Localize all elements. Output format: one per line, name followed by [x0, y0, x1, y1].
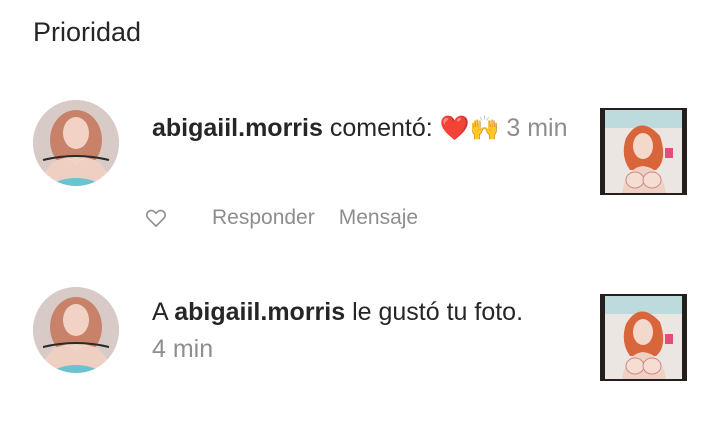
username-link[interactable]: abigaiil.morris	[152, 114, 323, 142]
prefix-text: A	[152, 298, 175, 326]
post-illustration-icon	[600, 108, 687, 195]
username-link[interactable]: abigaiil.morris	[174, 298, 345, 326]
comment-emojis: ❤️🙌	[439, 114, 500, 142]
notification-text: A abigaiil.morris le gustó tu foto. 4 mi…	[152, 294, 582, 368]
timestamp: 4 min	[152, 335, 214, 363]
profile-photo-icon	[33, 100, 119, 186]
avatar[interactable]	[33, 100, 119, 186]
post-thumbnail[interactable]	[600, 108, 687, 195]
post-illustration-icon	[600, 294, 687, 381]
comment-actions: Responder Mensaje	[145, 203, 442, 233]
profile-photo-icon	[33, 287, 119, 373]
section-title: Prioridad	[33, 17, 142, 47]
heart-icon[interactable]	[145, 208, 167, 228]
action-text: comentó:	[322, 114, 440, 142]
post-thumbnail[interactable]	[600, 294, 687, 381]
timestamp: 3 min	[506, 114, 568, 142]
reply-button[interactable]: Responder	[212, 206, 315, 230]
avatar[interactable]	[33, 287, 119, 373]
notification-text: abigaiil.morris comentó: ❤️🙌 3 min	[152, 110, 582, 147]
action-text: le gustó tu foto.	[345, 298, 524, 326]
message-button[interactable]: Mensaje	[339, 206, 418, 230]
